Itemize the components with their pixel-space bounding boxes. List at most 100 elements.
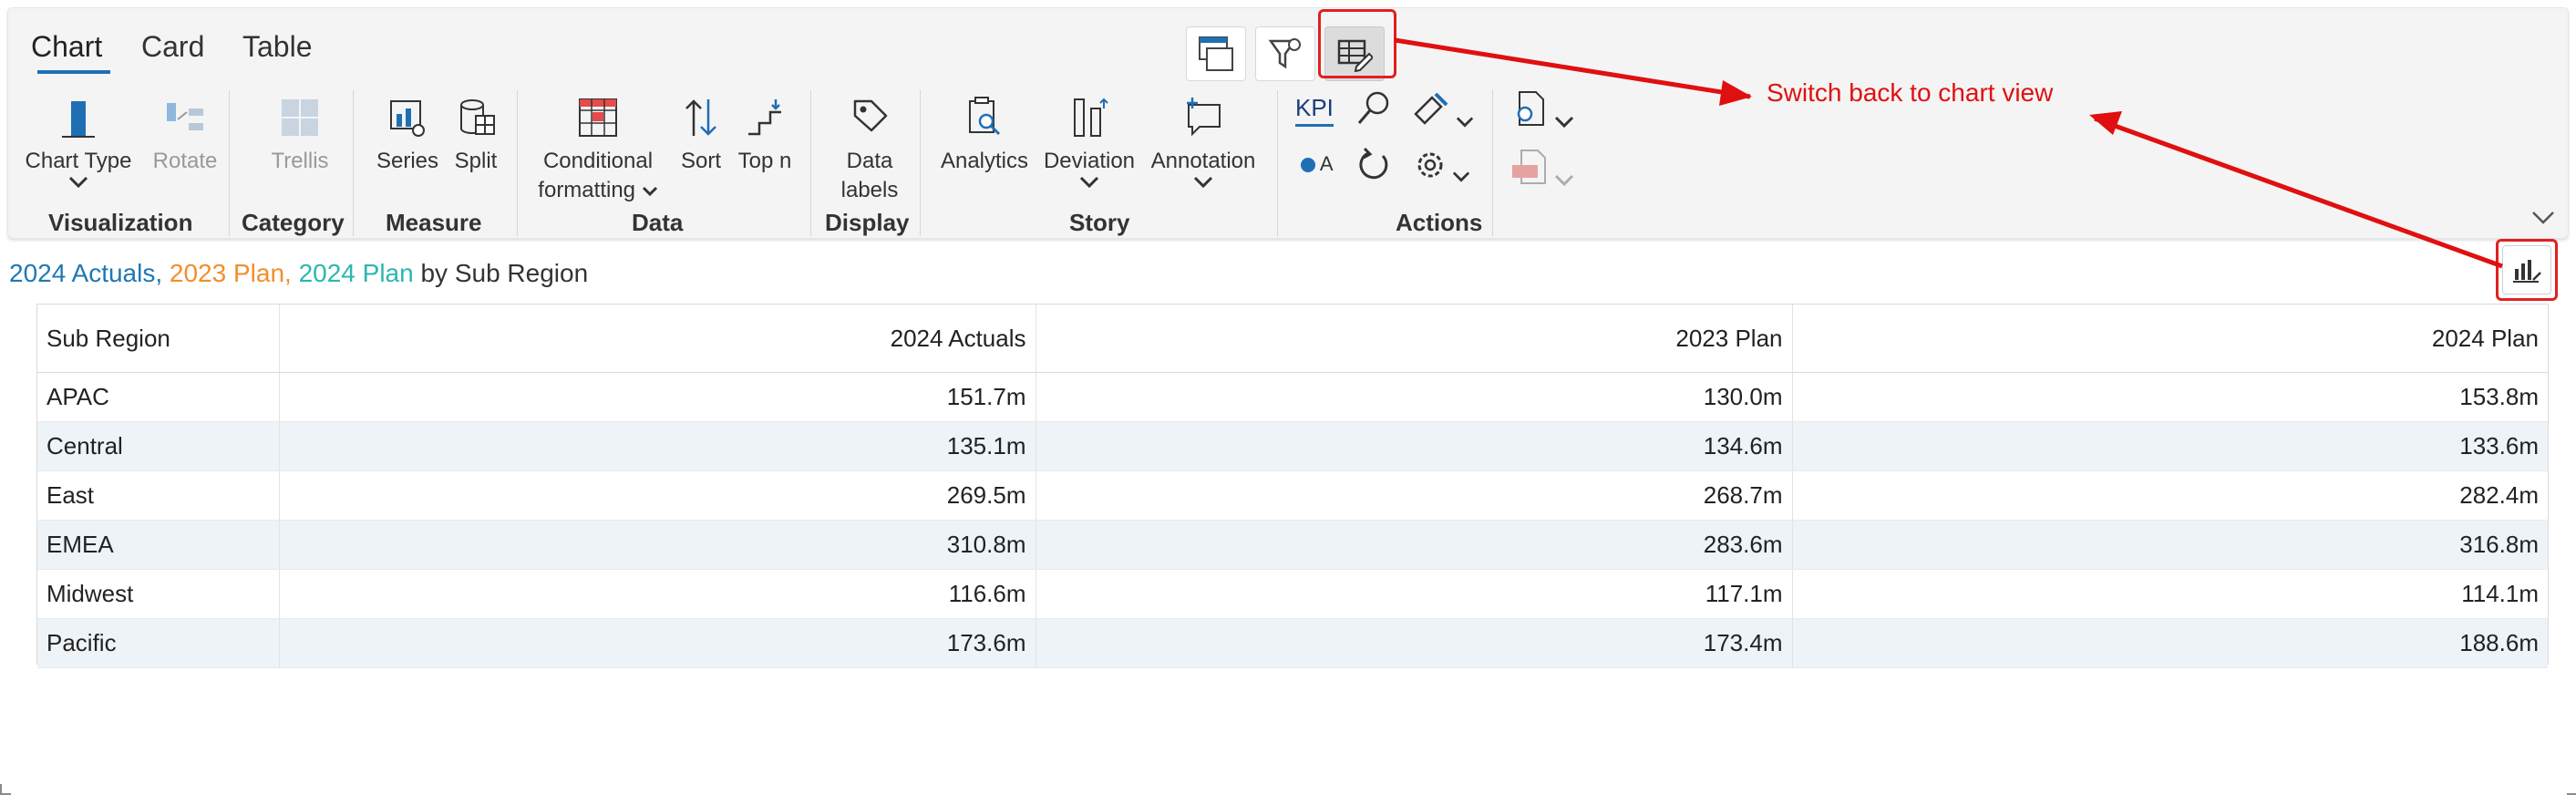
table-row[interactable]: Pacific 173.6m 173.4m 188.6m — [37, 618, 2548, 668]
table-cell: 134.6m — [1035, 421, 1792, 471]
deviation-button[interactable]: Deviation — [1036, 87, 1142, 189]
legend-button[interactable]: A — [1301, 152, 1334, 176]
tab-card[interactable]: Card — [141, 30, 204, 64]
separator — [229, 90, 230, 236]
rotate-icon — [167, 103, 203, 130]
export-pdf-button[interactable] — [1510, 147, 1574, 191]
chart-type-label: Chart Type — [25, 149, 132, 173]
conditional-formatting-button[interactable]: Conditional formatting — [530, 87, 666, 205]
table-cell: 135.1m — [278, 421, 1036, 471]
analytics-label: Analytics — [940, 149, 1029, 173]
table-row[interactable]: EMEA 310.8m 283.6m 316.8m — [37, 520, 2548, 570]
highlight-box — [2496, 239, 2558, 301]
kpi-button[interactable]: KPI — [1295, 94, 1334, 127]
table-cell: EMEA — [37, 520, 279, 570]
settings-button[interactable] — [1412, 147, 1470, 188]
table-cell: Central — [37, 421, 279, 471]
sort-icon — [685, 99, 716, 136]
annotation-label: Annotation — [1150, 149, 1256, 173]
sort-button[interactable]: Sort — [672, 87, 730, 176]
filter-toggle[interactable] — [1255, 26, 1315, 81]
table-cell: 269.5m — [278, 470, 1036, 521]
top-n-icon — [748, 99, 781, 136]
pdf-icon — [1512, 150, 1546, 184]
tab-chart[interactable]: Chart — [31, 30, 102, 64]
column-header[interactable]: Sub Region — [37, 305, 279, 373]
chevron-down-icon — [642, 186, 657, 197]
table-cell: APAC — [37, 372, 279, 422]
table-cell: 268.7m — [1035, 470, 1792, 521]
resize-corner — [0, 784, 11, 795]
group-story: Story — [1069, 209, 1130, 236]
reset-button[interactable] — [1355, 147, 1392, 188]
group-data: Data — [632, 209, 684, 236]
separator — [810, 90, 811, 236]
chevron-down-icon — [1079, 176, 1099, 189]
paintbrush-icon — [1414, 92, 1448, 125]
split-button[interactable]: Split — [444, 87, 508, 176]
top-n-label: Top n — [737, 149, 792, 173]
sort-label: Sort — [680, 149, 721, 173]
analytics-button[interactable]: Analytics — [933, 87, 1036, 176]
title-measure-3: 2024 Plan — [298, 259, 414, 287]
separator — [1492, 90, 1493, 236]
annotation-button[interactable]: Annotation — [1142, 87, 1264, 189]
table-cell: East — [37, 470, 279, 521]
chevron-down-icon — [68, 176, 88, 189]
highlight-box — [1318, 9, 1396, 78]
export-settings-button[interactable] — [1510, 88, 1574, 133]
column-header[interactable]: 2023 Plan — [1035, 305, 1792, 373]
table-cell: 114.1m — [1791, 569, 2548, 619]
table-cell: 117.1m — [1035, 569, 1792, 619]
table-cell: Pacific — [37, 618, 279, 668]
table-row[interactable]: Central 135.1m 134.6m 133.6m — [37, 421, 2548, 471]
table-cell: 133.6m — [1791, 421, 2548, 471]
collapse-ribbon-button[interactable] — [2531, 211, 2555, 230]
group-display: Display — [825, 209, 910, 236]
ribbon: Chart Card Table Chart Type Rotate Trell… — [7, 7, 2569, 239]
group-visualization: Visualization — [48, 209, 193, 236]
top-n-button[interactable]: Top n — [730, 87, 799, 176]
table-row[interactable]: East 269.5m 268.7m 282.4m — [37, 470, 2548, 521]
paint-format-button[interactable] — [1412, 88, 1474, 133]
chevron-down-icon — [2532, 212, 2554, 224]
table-cell: 173.6m — [278, 618, 1036, 668]
series-label: Series — [376, 149, 439, 173]
bar-chart-icon — [62, 101, 95, 138]
series-icon — [390, 100, 425, 137]
conditional-label: Conditional — [542, 149, 654, 173]
rotate-button[interactable]: Rotate — [147, 87, 223, 176]
chevron-down-icon — [1555, 174, 1574, 187]
series-button[interactable]: Series — [371, 87, 444, 176]
chart-view-toggle[interactable] — [1186, 26, 1246, 81]
kpi-label: KPI — [1295, 94, 1334, 121]
annotation-icon — [1187, 98, 1221, 137]
annotation-text: Switch back to chart view — [1767, 78, 2054, 107]
trellis-button[interactable]: Trellis — [254, 87, 345, 176]
active-tab-underline — [37, 70, 110, 74]
separator — [920, 90, 921, 236]
table-cell: Midwest — [37, 569, 279, 619]
split-label: Split — [454, 149, 498, 173]
separator — [1277, 90, 1278, 236]
column-header[interactable]: 2024 Actuals — [278, 305, 1036, 373]
magnifier-icon — [1357, 91, 1389, 124]
dot-icon — [1301, 158, 1315, 173]
tab-table[interactable]: Table — [242, 30, 313, 64]
gear-icon — [1417, 152, 1443, 178]
column-header[interactable]: 2024 Plan — [1791, 305, 2548, 373]
data-labels-button[interactable]: Data labels — [829, 87, 911, 205]
table-cell: 173.4m — [1035, 618, 1792, 668]
search-button[interactable] — [1354, 88, 1394, 133]
conditional-formatting-icon — [579, 98, 617, 137]
chart-type-button[interactable]: Chart Type — [25, 87, 132, 189]
data-label-line1: Data — [846, 149, 893, 173]
title-measure-2: 2023 Plan, — [169, 259, 292, 287]
document-settings-icon — [1517, 91, 1544, 126]
tag-icon — [853, 99, 888, 132]
analytics-icon — [969, 97, 1001, 136]
resize-corner — [2567, 784, 2576, 795]
table-row[interactable]: APAC 151.7m 130.0m 153.8m — [37, 372, 2548, 422]
table-row[interactable]: Midwest 116.6m 117.1m 114.1m — [37, 569, 2548, 619]
title-rest: by Sub Region — [420, 259, 589, 287]
